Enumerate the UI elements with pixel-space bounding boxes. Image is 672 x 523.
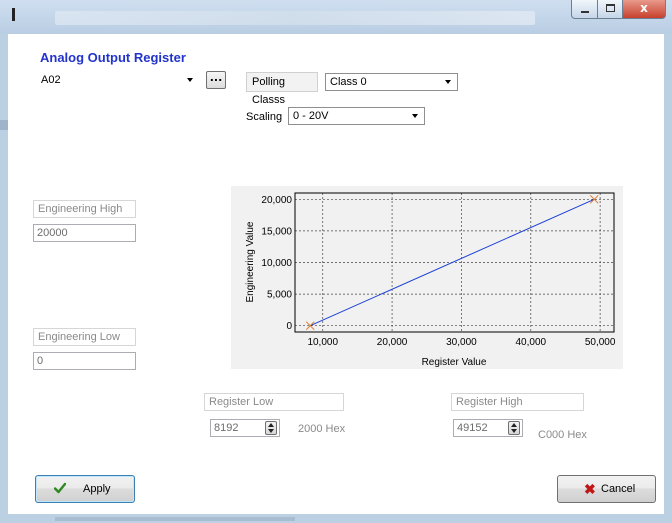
register-low-spinner[interactable]	[265, 421, 277, 435]
x-tick-label: 30,000	[446, 337, 477, 348]
apply-label: Apply	[83, 483, 111, 495]
register-high-hex: C000 Hex	[538, 429, 587, 441]
maximize-icon	[606, 4, 615, 12]
scaling-value: 0 - 20V	[293, 110, 329, 122]
close-icon: x	[640, 1, 648, 15]
dialog-heading: Analog Output Register	[40, 50, 186, 65]
chart-panel: 10,000 20,000 30,000 40,000 50,000 0 5,000 10,0…	[231, 186, 623, 369]
x-tick-label: 10,000	[307, 337, 338, 348]
chart-ticks: 10,000 20,000 30,000 40,000 50,000 0 5,000 10,0…	[261, 195, 615, 348]
apply-button[interactable]: Apply	[35, 475, 135, 503]
window-title-ghost	[55, 11, 535, 25]
y-tick-label: 5,000	[267, 290, 292, 301]
chart-marks	[305, 194, 599, 331]
browse-button[interactable]: ...	[206, 71, 226, 89]
cancel-button[interactable]: ✖ Cancel	[557, 475, 656, 503]
checkmark-icon	[54, 482, 66, 494]
y-tick-label: 10,000	[261, 258, 292, 269]
minimize-icon	[581, 11, 589, 13]
register-low-field[interactable]: 8192	[210, 419, 280, 437]
scaling-select[interactable]: 0 - 20V	[288, 107, 425, 125]
y-axis-label: Engineering Value	[245, 221, 256, 302]
maximize-button[interactable]	[597, 0, 623, 19]
engineering-high-label: Engineering High	[33, 200, 136, 218]
polling-class-label: Polling Classs	[246, 72, 318, 106]
app-icon	[12, 8, 15, 21]
scaling-chart: 10,000 20,000 30,000 40,000 50,000 0 5,000 10,0…	[245, 192, 616, 368]
register-low-value: 8192	[214, 422, 239, 434]
x-axis-label: Register Value	[422, 357, 487, 368]
register-high-value: 49152	[457, 422, 488, 434]
frame-edge-bottom	[55, 517, 295, 521]
cancel-label: Cancel	[601, 483, 636, 495]
y-tick-label: 0	[286, 321, 292, 332]
x-tick-label: 50,000	[585, 337, 616, 348]
engineering-high-field[interactable]: 20000	[33, 224, 136, 242]
cancel-x-icon: ✖	[584, 481, 596, 497]
polling-class-value: Class 0	[330, 76, 367, 88]
register-select-value: A02	[41, 74, 61, 86]
chevron-down-icon	[187, 78, 193, 82]
engineering-low-field[interactable]: 0	[33, 352, 136, 370]
register-high-spinner[interactable]	[508, 421, 520, 435]
register-high-field[interactable]: 49152	[453, 419, 523, 437]
chevron-down-icon	[412, 114, 418, 118]
register-high-label: Register High	[451, 393, 584, 411]
close-button[interactable]: x	[622, 0, 666, 19]
y-tick-label: 15,000	[261, 226, 292, 237]
y-tick-label: 20,000	[261, 195, 292, 206]
chevron-down-icon	[445, 80, 451, 84]
register-select[interactable]: A02	[36, 71, 200, 89]
minimize-button[interactable]	[571, 0, 598, 19]
register-low-hex: 2000 Hex	[298, 423, 346, 435]
polling-class-select[interactable]: Class 0	[325, 73, 458, 91]
scaling-label: Scaling	[246, 111, 283, 123]
title-bar: x	[0, 0, 672, 34]
engineering-low-label: Engineering Low	[33, 328, 136, 346]
frame-edge	[0, 120, 8, 130]
x-tick-label: 20,000	[377, 337, 408, 348]
x-tick-label: 40,000	[515, 337, 546, 348]
register-low-label: Register Low	[204, 393, 344, 411]
